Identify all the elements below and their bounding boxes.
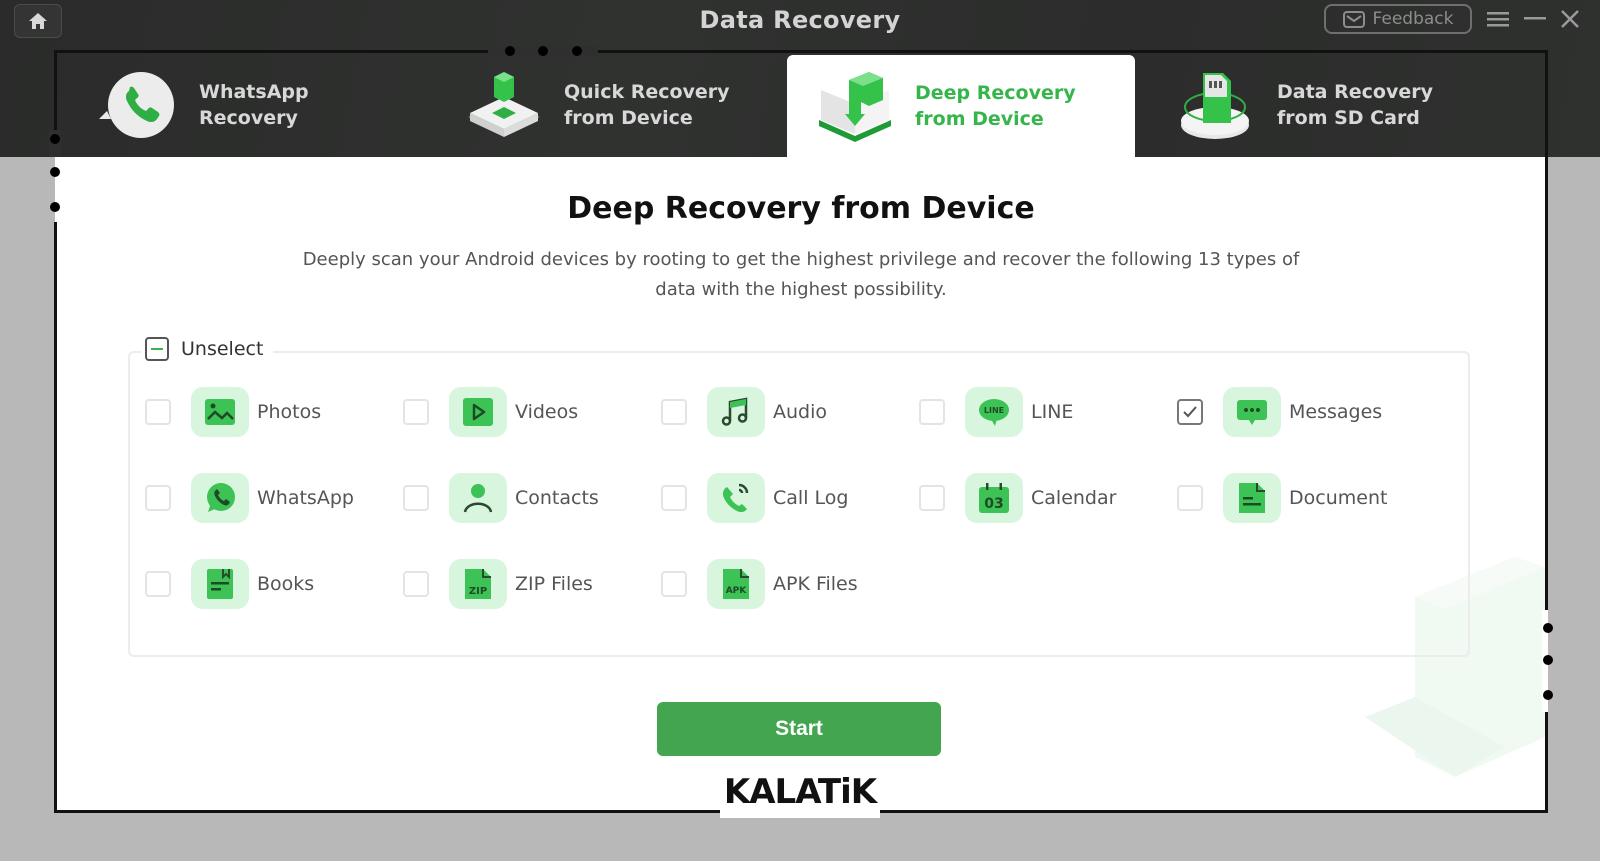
- close-button[interactable]: [1558, 7, 1582, 31]
- frame-dot: [50, 134, 60, 144]
- annotation-frame: [54, 50, 1548, 813]
- mail-icon: [1342, 10, 1365, 28]
- frame-dot: [1543, 623, 1553, 633]
- frame-dot: [50, 202, 60, 212]
- feedback-button[interactable]: Feedback: [1324, 4, 1472, 34]
- frame-dot: [1543, 655, 1553, 665]
- close-icon: [1561, 10, 1579, 28]
- watermark-brand: KALATiK: [723, 772, 877, 812]
- minimize-icon: [1524, 17, 1546, 20]
- frame-dot: [505, 46, 515, 56]
- frame-dot: [50, 167, 60, 177]
- frame-dot: [572, 46, 582, 56]
- minimize-button[interactable]: [1523, 7, 1547, 31]
- feedback-label: Feedback: [1372, 9, 1454, 29]
- menu-button[interactable]: [1486, 7, 1510, 31]
- frame-dot: [538, 46, 548, 56]
- hamburger-menu-icon: [1487, 12, 1509, 27]
- frame-dot: [1543, 690, 1553, 700]
